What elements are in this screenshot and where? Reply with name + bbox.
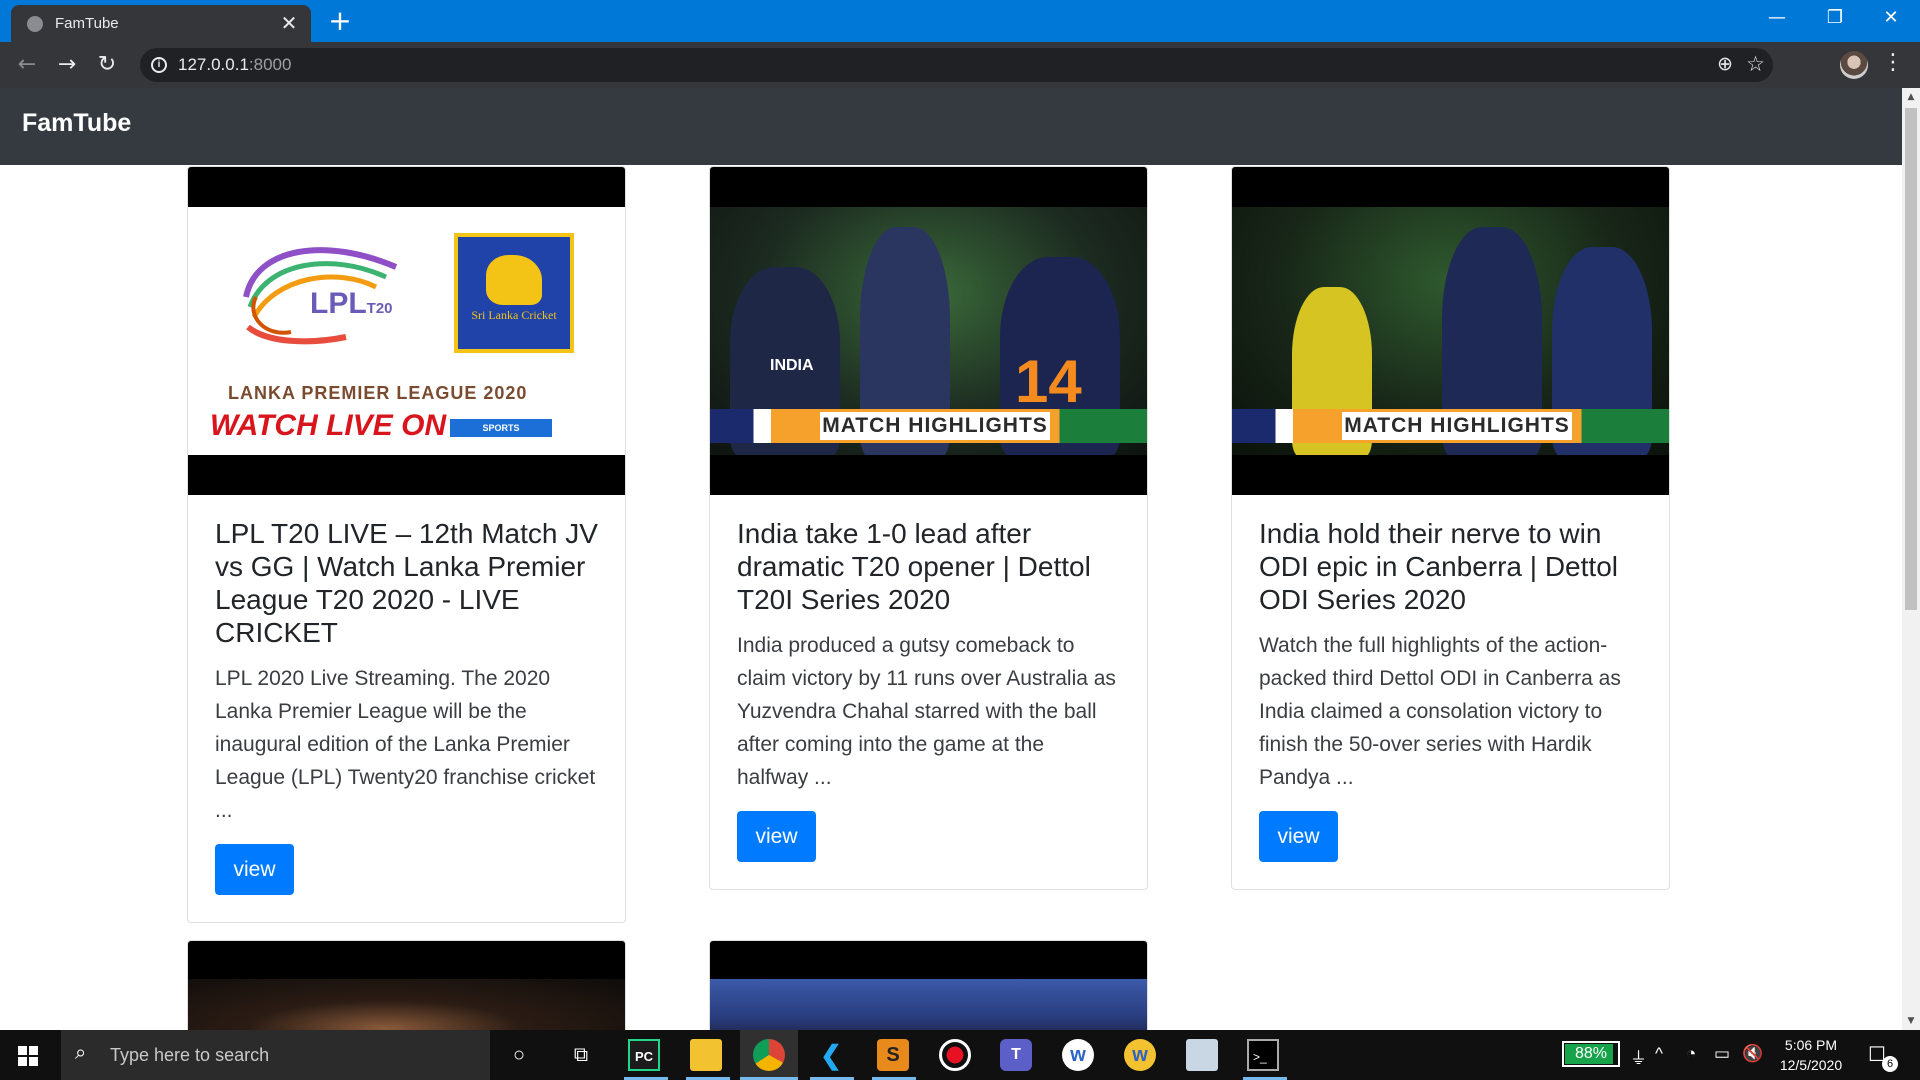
notification-count: 6 (1882, 1056, 1898, 1072)
browser-titlebar: FamTube ✕ + — ❐ ✕ (0, 0, 1920, 42)
terminal-icon[interactable]: >_ (1247, 1039, 1279, 1071)
volume-muted-icon[interactable]: 🔇 (1742, 1044, 1763, 1064)
view-button[interactable]: view (1259, 811, 1338, 862)
lpl-logo-main: LPL (310, 287, 367, 320)
reload-button[interactable]: ↻ (92, 50, 122, 80)
teams-icon[interactable]: T (1000, 1039, 1032, 1071)
record-icon[interactable] (939, 1039, 971, 1071)
scroll-down-icon[interactable]: ▼ (1902, 1012, 1920, 1030)
address-bar[interactable]: i 127.0.0.1:8000 ⊕ ☆ (140, 48, 1773, 82)
video-description: LPL 2020 Live Streaming. The 2020 Lanka … (215, 667, 596, 822)
video-card (709, 940, 1148, 1030)
video-thumbnail[interactable]: INDIA 14 MATCH HIGHLIGHTS (710, 167, 1147, 495)
battery-icon[interactable]: ▭ (1714, 1044, 1730, 1064)
highlights-label: MATCH HIGHLIGHTS (1342, 412, 1572, 440)
windows-taskbar: ⌕ Type here to search ○ ⧉ PC ❮ S T w w >… (0, 1030, 1920, 1080)
close-tab-icon[interactable]: ✕ (277, 11, 301, 36)
profile-avatar[interactable] (1840, 51, 1868, 79)
info-icon[interactable]: i (151, 57, 167, 73)
video-thumbnail[interactable]: MATCH HIGHLIGHTS (1232, 167, 1669, 495)
video-description: Watch the full highlights of the action-… (1259, 634, 1621, 789)
scroll-up-icon[interactable]: ▲ (1902, 88, 1920, 106)
browser-tab[interactable]: FamTube ✕ (11, 5, 311, 42)
url-host: 127.0.0.1 (178, 55, 249, 74)
app-w-yellow-icon[interactable]: w (1124, 1039, 1156, 1071)
page-scrollbar[interactable]: ▲ ▼ (1902, 88, 1920, 1030)
site-brand[interactable]: FamTube (22, 109, 131, 138)
close-window-button[interactable]: ✕ (1862, 0, 1920, 38)
battery-percent: 88% (1574, 1045, 1608, 1062)
wifi-icon[interactable]: ◔ (1686, 1044, 1696, 1064)
pycharm-icon[interactable]: PC (628, 1039, 660, 1071)
zoom-icon[interactable]: ⊕ (1717, 53, 1733, 75)
file-explorer-icon[interactable] (690, 1039, 722, 1071)
broadcaster-logo: SPORTS (450, 419, 552, 437)
scrollbar-thumb[interactable] (1905, 108, 1917, 610)
sublime-text-icon[interactable]: S (877, 1039, 909, 1071)
highlights-label: MATCH HIGHLIGHTS (820, 412, 1050, 440)
search-input[interactable]: Type here to search (110, 1045, 269, 1066)
video-card: INDIA 14 MATCH HIGHLIGHTS India take 1-0… (709, 166, 1148, 890)
url-port: :8000 (248, 55, 292, 74)
app-w-icon[interactable]: w (1062, 1039, 1094, 1071)
thumbnail-image: LPLT20 Sri Lanka Cricket LANKA PREMIER L… (188, 207, 625, 455)
thumbnail-image: MATCH HIGHLIGHTS (1232, 207, 1669, 455)
video-thumbnail[interactable]: LPLT20 Sri Lanka Cricket LANKA PREMIER L… (188, 167, 625, 495)
browser-toolbar: ← → ↻ i 127.0.0.1:8000 ⊕ ☆ ⋮ (0, 42, 1920, 88)
video-title: LPL T20 LIVE – 12th Match JV vs GG | Wat… (215, 518, 598, 648)
clock-time: 5:06 PM (1784, 1037, 1838, 1053)
app-window-icon[interactable] (1186, 1039, 1218, 1071)
bookmark-star-icon[interactable]: ☆ (1746, 52, 1765, 76)
lpl-logo-text: LPLT20 (310, 287, 393, 321)
back-button[interactable]: ← (12, 50, 42, 80)
jersey-number: 14 (1015, 348, 1082, 415)
thumbnail-watch-text: WATCH LIVE ON (210, 409, 447, 442)
card-body: India hold their nerve to win ODI epic i… (1232, 495, 1669, 889)
sri-lanka-cricket-badge: Sri Lanka Cricket (454, 233, 574, 353)
lpl-logo-suffix: T20 (366, 300, 393, 317)
highlights-banner: MATCH HIGHLIGHTS (1232, 409, 1669, 443)
battery-indicator[interactable]: 88% (1562, 1041, 1620, 1067)
badge-text: Sri Lanka Cricket (471, 308, 557, 322)
thumbnail-image: INDIA 14 MATCH HIGHLIGHTS (710, 207, 1147, 455)
taskbar-search[interactable]: ⌕ Type here to search (61, 1030, 490, 1080)
tab-title: FamTube (55, 15, 119, 32)
video-title: India hold their nerve to win ODI epic i… (1259, 518, 1618, 615)
vscode-icon[interactable]: ❮ (815, 1039, 847, 1071)
site-navbar: FamTube (0, 88, 1902, 165)
video-card (187, 940, 626, 1030)
highlights-banner: MATCH HIGHLIGHTS (710, 409, 1147, 443)
task-view-icon[interactable]: ⧉ (565, 1039, 597, 1071)
lion-emblem-icon (486, 255, 542, 305)
forward-button[interactable]: → (52, 50, 82, 80)
chrome-icon[interactable] (753, 1039, 785, 1071)
cortana-icon[interactable]: ○ (503, 1039, 535, 1071)
globe-icon (27, 16, 43, 32)
thumbnail-image[interactable] (710, 979, 1147, 1030)
view-button[interactable]: view (215, 844, 294, 895)
page-viewport: FamTube LPLT20 Sri Lanka Cricket LANKA P… (0, 88, 1902, 1030)
clock-date: 12/5/2020 (1779, 1057, 1843, 1073)
url-text[interactable]: 127.0.0.1:8000 (178, 55, 291, 75)
video-description: India produced a gutsy comeback to claim… (737, 634, 1116, 789)
new-tab-button[interactable]: + (326, 6, 354, 36)
browser-menu-icon[interactable]: ⋮ (1882, 50, 1904, 75)
power-plug-icon[interactable]: ⏚ (1630, 1044, 1647, 1069)
thumbnail-caption: LANKA PREMIER LEAGUE 2020 (228, 383, 528, 403)
minimize-button[interactable]: — (1748, 0, 1806, 38)
jersey-text: INDIA (770, 357, 814, 374)
windows-start-icon[interactable] (18, 1046, 38, 1066)
card-body: India take 1-0 lead after dramatic T20 o… (710, 495, 1147, 889)
restore-button[interactable]: ❐ (1806, 0, 1864, 38)
search-icon: ⌕ (75, 1042, 87, 1064)
video-card: LPLT20 Sri Lanka Cricket LANKA PREMIER L… (187, 166, 626, 923)
tray-expand-icon[interactable]: ^ (1655, 1044, 1663, 1064)
view-button[interactable]: view (737, 811, 816, 862)
thumbnail-image[interactable] (188, 979, 625, 1030)
system-clock[interactable]: 5:06 PM 12/5/2020 (1776, 1035, 1846, 1075)
card-body: LPL T20 LIVE – 12th Match JV vs GG | Wat… (188, 495, 625, 922)
video-title: India take 1-0 lead after dramatic T20 o… (737, 518, 1091, 615)
video-card: MATCH HIGHLIGHTS India hold their nerve … (1231, 166, 1670, 890)
